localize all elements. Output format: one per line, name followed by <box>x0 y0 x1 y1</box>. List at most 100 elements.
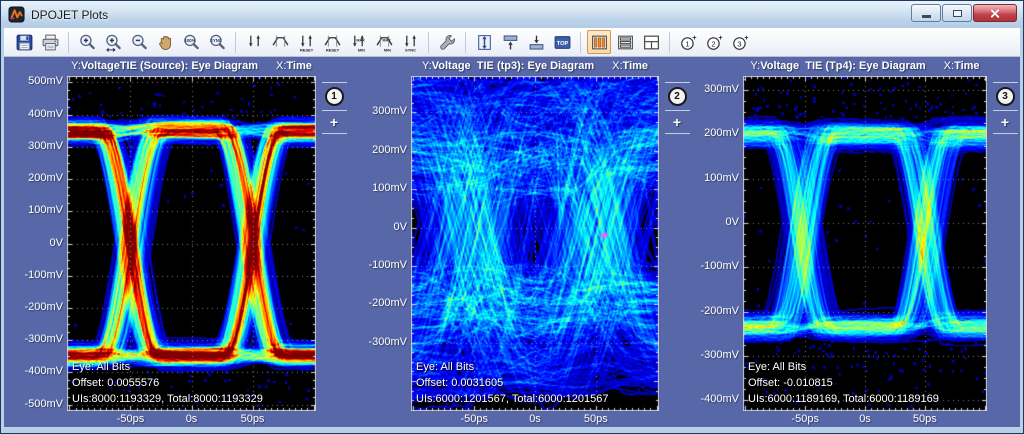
y-tick-label: -300mV <box>351 336 407 348</box>
close-icon <box>990 8 1001 19</box>
x-tick-label: -50ps <box>103 413 157 425</box>
maximize-icon <box>953 10 962 17</box>
plot-number-badge[interactable]: 3 <box>996 87 1015 106</box>
x-tick-label: -50ps <box>778 413 832 425</box>
add-plot-2-button[interactable]: 2+ <box>702 30 726 54</box>
y-tick-label: 500mV <box>7 75 63 87</box>
y-tick-label: -500mV <box>7 398 63 410</box>
cursors-vertical-maxmin-button[interactable]: MAXMIN <box>346 30 370 54</box>
y-tick-label: -200mV <box>683 305 739 317</box>
x-axis-prefix: X: <box>276 60 286 72</box>
fit-vertical-button[interactable] <box>472 30 496 54</box>
x-tick-label: 50ps <box>898 413 952 425</box>
separator-line <box>322 82 347 83</box>
svg-text:+: + <box>718 33 723 42</box>
minimize-button[interactable] <box>911 4 941 22</box>
layout-grid-button[interactable] <box>639 30 663 54</box>
y-axis-prefix: Y: <box>750 60 760 72</box>
cursors-vertical-reset-button[interactable]: RESET <box>294 30 318 54</box>
x-tick-label: -50ps <box>447 413 501 425</box>
fit-vertical-icon <box>475 33 494 52</box>
add-measurement-button[interactable]: + <box>1001 115 1009 129</box>
y-tick-label: 100mV <box>7 204 63 216</box>
y-tick-label: -300mV <box>7 333 63 345</box>
cursors-waveform-reset-button[interactable]: RESET <box>320 30 344 54</box>
annotation-line: Offset: 0.0055576 <box>72 375 263 391</box>
pan-button[interactable] <box>153 30 177 54</box>
configure-button[interactable] <box>435 30 459 54</box>
svg-text:+: + <box>692 33 697 42</box>
plot-controls-1: 1+ <box>321 78 347 138</box>
toolbar-separator <box>465 32 466 53</box>
maximize-button[interactable] <box>942 4 972 22</box>
dock-bottom-button[interactable] <box>524 30 548 54</box>
annotation-line: UIs:8000:1193329, Total:8000:1193329 <box>72 391 263 407</box>
y-tick-label: 100mV <box>351 182 407 194</box>
cursors-vertical-button[interactable] <box>242 30 266 54</box>
cursors-sync-icon: SYNC <box>401 33 420 52</box>
y-axis-title: Voltage TIE (Tp4): Eye Diagram <box>760 60 925 72</box>
add-measurement-button[interactable]: + <box>673 115 681 129</box>
dock-top-icon <box>501 33 520 52</box>
zoom-in-button[interactable] <box>75 30 99 54</box>
cursors-waveform-maxmin-button[interactable]: MAX MIN <box>372 30 396 54</box>
zoom-out-button[interactable] <box>127 30 151 54</box>
plot-toolbar: 100%SYNCRESETRESETMAXMINMAXMINSYNCTOP1+2… <box>4 28 1020 57</box>
zoom-horizontal-button[interactable] <box>101 30 125 54</box>
window-controls <box>911 4 1017 22</box>
add-plot-1-button[interactable]: 1+ <box>676 30 700 54</box>
dock-top-button[interactable] <box>498 30 522 54</box>
toolbar-separator <box>235 32 236 53</box>
x-axis-prefix: X: <box>612 60 622 72</box>
separator-line <box>993 110 1018 111</box>
cursors-vertical-maxmin-icon: MAXMIN <box>349 33 368 52</box>
x-tick-label: 50ps <box>226 413 280 425</box>
annotation-line: Eye: All Bits <box>72 359 263 375</box>
cursors-waveform-icon <box>271 33 290 52</box>
bring-to-top-icon: TOP <box>553 33 572 52</box>
plot-annotations: Eye: All BitsOffset: -0.010815UIs:6000:1… <box>748 359 939 407</box>
svg-text:MAX: MAX <box>356 38 365 42</box>
separator-line <box>322 110 347 111</box>
bring-to-top-button[interactable]: TOP <box>550 30 574 54</box>
y-tick-label: -100mV <box>7 269 63 281</box>
zoom-out-icon <box>130 33 149 52</box>
cursors-sync-button[interactable]: SYNC <box>398 30 422 54</box>
y-tick-label: 100mV <box>683 172 739 184</box>
separator-line <box>993 133 1018 134</box>
x-axis-title: Time <box>954 60 979 72</box>
plot-number-badge[interactable]: 1 <box>325 87 344 106</box>
layout-rows-icon <box>616 33 635 52</box>
minimize-icon <box>922 15 931 18</box>
y-tick-label: 300mV <box>7 140 63 152</box>
svg-text:MAX: MAX <box>382 38 391 42</box>
svg-text:SYNC: SYNC <box>210 38 222 43</box>
layout-rows-button[interactable] <box>613 30 637 54</box>
dock-bottom-icon <box>527 33 546 52</box>
title-bar[interactable]: DPOJET Plots <box>1 1 1023 28</box>
add-plot-3-icon: 3+ <box>731 33 750 52</box>
svg-text:TOP: TOP <box>556 40 568 46</box>
x-axis-title: Time <box>623 60 648 72</box>
zoom-100-button[interactable]: 100% <box>179 30 203 54</box>
y-axis-prefix: Y: <box>71 60 81 72</box>
close-button[interactable] <box>973 4 1017 22</box>
zoom-sync-button[interactable]: SYNC <box>205 30 229 54</box>
x-tick-label: 0s <box>508 413 562 425</box>
toolbar-separator <box>68 32 69 53</box>
toolbar-separator <box>580 32 581 53</box>
add-measurement-button[interactable]: + <box>330 115 338 129</box>
window-title: DPOJET Plots <box>31 8 108 22</box>
svg-text:MIN: MIN <box>383 48 390 52</box>
cursors-waveform-button[interactable] <box>268 30 292 54</box>
cursors-waveform-reset-icon: RESET <box>323 33 342 52</box>
add-plot-3-button[interactable]: 3+ <box>728 30 752 54</box>
y-tick-label: -100mV <box>351 259 407 271</box>
zoom-sync-icon: SYNC <box>208 33 227 52</box>
zoom-in-icon <box>78 33 97 52</box>
layout-columns-button[interactable] <box>587 30 611 54</box>
print-button[interactable] <box>38 30 62 54</box>
y-tick-label: 300mV <box>683 83 739 95</box>
separator-line <box>993 82 1018 83</box>
save-button[interactable] <box>12 30 36 54</box>
